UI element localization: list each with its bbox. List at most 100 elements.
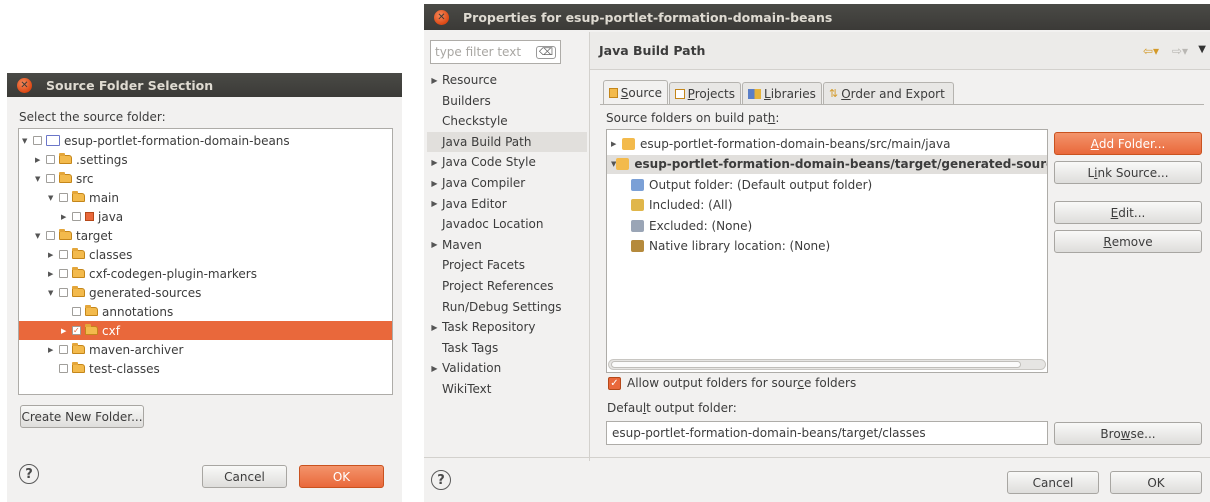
checkbox[interactable] <box>59 250 68 259</box>
checkbox[interactable] <box>59 288 68 297</box>
tree-item[interactable]: test-classes <box>48 359 160 378</box>
checkbox[interactable] <box>59 345 68 354</box>
checkbox[interactable] <box>59 193 68 202</box>
tab-order-and-export[interactable]: ⇅ Order and Export <box>823 82 954 104</box>
scrollbar-thumb[interactable] <box>611 361 1021 368</box>
nav-item[interactable]: Builders <box>427 91 587 111</box>
help-icon[interactable]: ? <box>19 464 39 484</box>
tab-libraries[interactable]: Libraries <box>742 82 822 104</box>
default-output-input[interactable]: esup-portlet-formation-domain-beans/targ… <box>606 421 1048 445</box>
tree-item[interactable]: ▶ .settings <box>35 150 128 169</box>
expand-arrow-icon[interactable]: ▶ <box>61 213 72 221</box>
source-tree-item[interactable]: Native library location: (None) <box>607 237 1047 256</box>
add-folder-button[interactable]: Add Folder... <box>1054 132 1202 155</box>
expand-arrow-icon[interactable]: ▶ <box>427 158 442 167</box>
tree-item[interactable]: ▶ java <box>61 207 123 226</box>
expand-arrow-icon[interactable]: ▶ <box>427 76 442 85</box>
expand-arrow-icon[interactable]: ▶ <box>48 346 59 354</box>
expand-arrow-icon[interactable]: ▶ <box>48 270 59 278</box>
source-folders-tree[interactable]: ▶ esup-portlet-formation-domain-beans/src… <box>606 129 1048 373</box>
nav-item[interactable]: Project Facets <box>427 255 587 275</box>
nav-item[interactable]: Checkstyle <box>427 111 587 131</box>
expand-arrow-open-icon[interactable]: ▼ <box>48 289 59 297</box>
expand-arrow-icon[interactable]: ▶ <box>427 199 442 208</box>
source-tree-item[interactable]: Excluded: (None) <box>607 216 1047 235</box>
checkbox[interactable] <box>46 174 55 183</box>
expand-arrow-icon[interactable]: ▶ <box>427 240 442 249</box>
expand-arrow-open-icon[interactable]: ▼ <box>22 137 33 145</box>
checkbox-checked-icon[interactable]: ✓ <box>608 376 621 390</box>
expand-arrow-icon[interactable]: ▶ <box>427 179 442 188</box>
checkbox[interactable] <box>33 136 42 145</box>
tree-item[interactable]: annotations <box>61 302 173 321</box>
filter-input[interactable]: type filter text ⌫ <box>430 40 561 64</box>
select-source-folder-label: Select the source folder: <box>19 110 166 124</box>
source-tree-item[interactable]: ▼ esup-portlet-formation-domain-beans/tar… <box>607 154 1047 174</box>
nav-item[interactable]: ▶ Java Editor <box>427 194 587 214</box>
nav-item[interactable]: Project References <box>427 276 587 296</box>
nav-item[interactable]: Task Tags <box>427 338 587 358</box>
clear-filter-icon[interactable]: ⌫ <box>535 45 556 59</box>
nav-item[interactable]: Javadoc Location <box>427 214 587 234</box>
tree-item[interactable]: ▼ esup-portlet-formation-domain-beans <box>22 131 290 150</box>
expand-arrow-open-icon[interactable]: ▼ <box>48 194 59 202</box>
browse-button[interactable]: Bro w se... <box>1054 422 1202 445</box>
cancel-button[interactable]: Cancel <box>202 465 287 488</box>
folder-icon <box>72 248 85 259</box>
checkbox[interactable] <box>59 269 68 278</box>
checkbox[interactable] <box>46 231 55 240</box>
horizontal-scrollbar[interactable] <box>608 359 1046 370</box>
tree-item[interactable]: ▶ maven-archiver <box>48 340 183 359</box>
checkbox[interactable] <box>59 364 68 373</box>
source-tree-item[interactable]: Output folder: (Default output folder) <box>607 175 1047 194</box>
tree-item[interactable]: ▶ cxf-codegen-plugin-markers <box>48 264 257 283</box>
link-source-button[interactable]: Li nk Source... <box>1054 161 1202 184</box>
nav-item[interactable]: Run/Debug Settings <box>427 297 587 317</box>
remove-button[interactable]: Remove <box>1054 230 1202 253</box>
tree-item[interactable]: ▶ ✓ cxf <box>19 321 392 340</box>
expand-arrow-icon[interactable]: ▶ <box>427 323 442 332</box>
back-arrow-icon[interactable]: ⇦▾ <box>1143 44 1159 58</box>
nav-item[interactable]: WikiText <box>427 379 587 399</box>
tree-item[interactable]: ▼ generated-sources <box>48 283 201 302</box>
ok-button[interactable]: OK <box>1110 471 1202 494</box>
nav-item[interactable]: ▶ Java Code Style <box>427 152 587 172</box>
allow-output-folders-checkbox[interactable]: ✓ Allow output folders for source folder… <box>608 376 856 390</box>
expand-arrow-icon[interactable]: ▶ <box>611 140 622 148</box>
checkbox[interactable]: ✓ <box>72 326 81 335</box>
create-new-folder-button[interactable]: Create New Folder... <box>20 405 144 428</box>
nav-item[interactable]: ▶ Resource <box>427 70 587 90</box>
expand-arrow-icon[interactable]: ▶ <box>61 327 72 335</box>
expand-arrow-open-icon[interactable]: ▼ <box>35 175 46 183</box>
nav-item[interactable]: ▶ Java Compiler <box>427 173 587 193</box>
folder-tree[interactable]: ▼ esup-portlet-formation-domain-beans ▶ .se… <box>18 128 393 395</box>
tab-projects[interactable]: Projects <box>669 82 741 104</box>
close-icon[interactable]: ✕ <box>434 9 449 25</box>
tree-item[interactable]: ▼ src <box>35 169 94 188</box>
nav-item[interactable]: Java Build Path <box>427 131 587 152</box>
checkbox[interactable] <box>72 307 81 316</box>
edit-button[interactable]: Edit... <box>1054 201 1202 224</box>
tree-item-label: maven-archiver <box>89 342 184 357</box>
tree-item[interactable]: ▼ main <box>48 188 119 207</box>
nav-item[interactable]: ▶ Maven <box>427 235 587 255</box>
tree-item[interactable]: ▼ target <box>35 226 113 245</box>
forward-arrow-icon[interactable]: ⇨▾ <box>1172 44 1188 58</box>
close-icon[interactable]: ✕ <box>17 77 32 93</box>
tree-item[interactable]: ▶ classes <box>48 245 132 264</box>
expand-arrow-icon[interactable]: ▶ <box>35 156 46 164</box>
checkbox[interactable] <box>46 155 55 164</box>
expand-arrow-open-icon[interactable]: ▼ <box>35 232 46 240</box>
view-menu-icon[interactable]: ▼ <box>1198 44 1206 55</box>
expand-arrow-icon[interactable]: ▶ <box>48 251 59 259</box>
help-icon[interactable]: ? <box>431 470 451 490</box>
tab-source[interactable]: Source <box>603 80 668 104</box>
source-tree-item[interactable]: ▶ esup-portlet-formation-domain-beans/src… <box>607 134 1047 153</box>
nav-item[interactable]: ▶ Validation <box>427 358 587 378</box>
nav-item[interactable]: ▶ Task Repository <box>427 317 587 337</box>
expand-arrow-icon[interactable]: ▶ <box>427 364 442 373</box>
cancel-button[interactable]: Cancel <box>1007 471 1099 494</box>
ok-button[interactable]: OK <box>299 465 384 488</box>
source-tree-item[interactable]: Included: (All) <box>607 196 1047 215</box>
checkbox[interactable] <box>72 212 81 221</box>
